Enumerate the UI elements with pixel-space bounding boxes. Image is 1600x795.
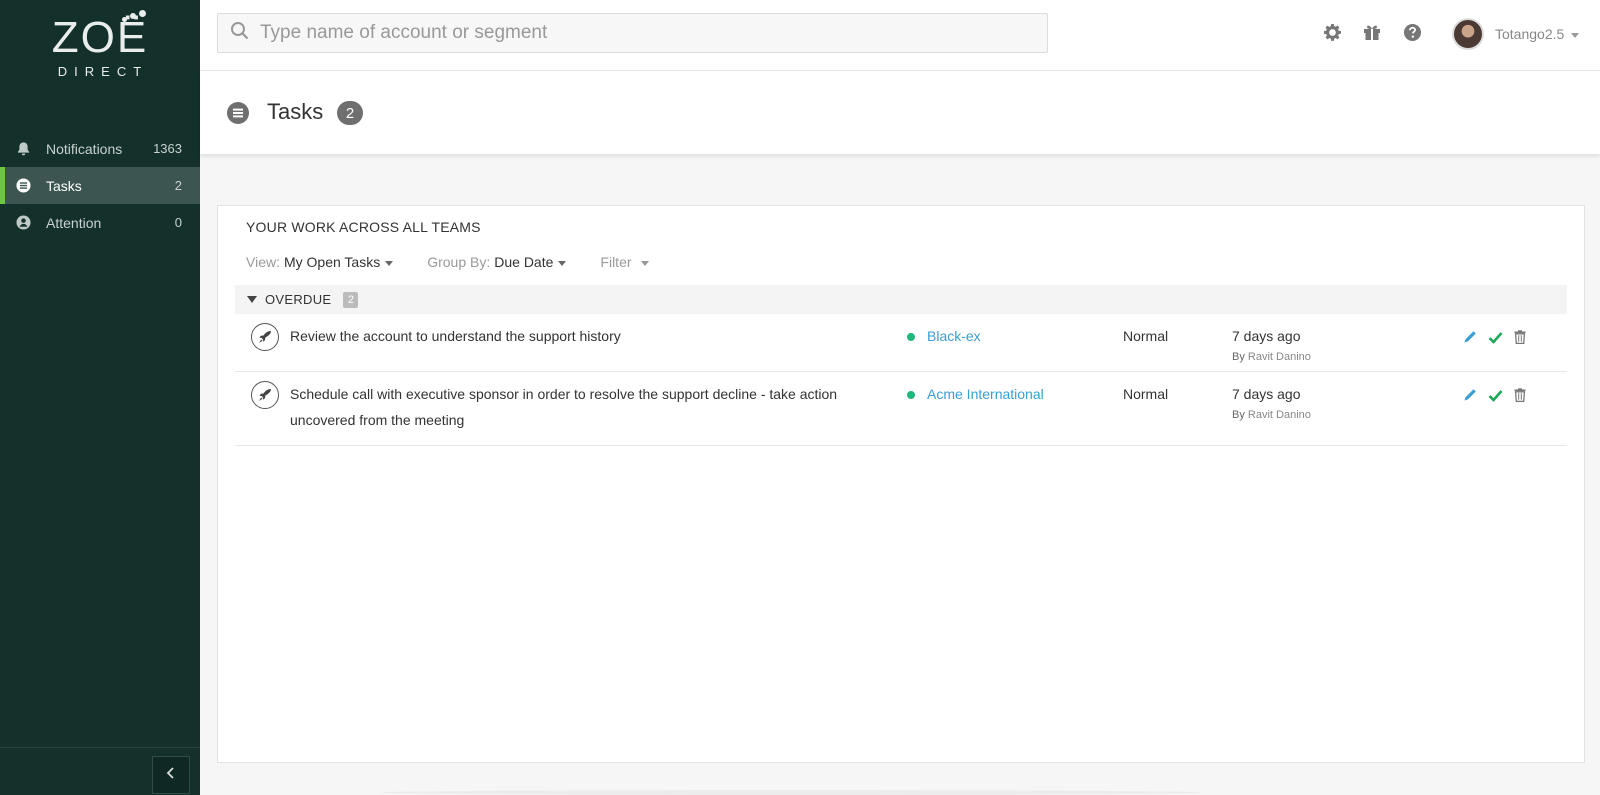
list-icon	[16, 178, 31, 193]
account-link[interactable]: Black-ex	[927, 328, 981, 344]
task-count-badge: 2	[337, 101, 363, 125]
view-value: My Open Tasks	[283, 254, 381, 270]
top-bar: Totango2.5	[200, 0, 1600, 71]
person-alert-icon	[16, 215, 31, 230]
top-icons	[1322, 22, 1442, 42]
task-controls: View: My Open Tasks Group By: Due Date F…	[246, 254, 683, 270]
pencil-icon[interactable]	[1461, 386, 1479, 404]
search-icon	[230, 21, 250, 46]
help-icon[interactable]	[1402, 22, 1422, 42]
caret-down-icon	[247, 296, 257, 303]
sidebar-nav: Notifications 1363 Tasks 2 Attention 0	[0, 130, 200, 241]
by-prefix: By	[1232, 351, 1245, 363]
chevron-left-icon	[166, 766, 176, 784]
group-header-overdue[interactable]: OVERDUE 2	[235, 285, 1567, 314]
task-row[interactable]: Schedule call with executive sponsor in …	[235, 372, 1567, 446]
search-box[interactable]	[217, 13, 1048, 53]
task-priority: Normal	[1123, 386, 1169, 402]
group-by-label: Group By:	[427, 254, 491, 270]
filter-dropdown[interactable]: Filter	[600, 254, 649, 270]
task-title: Review the account to understand the sup…	[290, 328, 621, 344]
sidebar-item-count: 0	[174, 215, 182, 230]
panel-title: YOUR WORK ACROSS ALL TEAMS	[246, 219, 481, 235]
logo-dots-icon	[122, 10, 147, 24]
bell-icon	[16, 141, 31, 156]
check-icon[interactable]	[1486, 328, 1504, 346]
group-count-badge: 2	[343, 291, 359, 308]
chevron-down-icon	[385, 260, 394, 266]
sidebar-item-label: Tasks	[46, 177, 82, 194]
task-assigner: By Ravit Danino	[1232, 351, 1311, 363]
user-menu[interactable]: Totango2.5	[1495, 26, 1580, 42]
status-dot	[907, 333, 915, 341]
status-dot	[907, 391, 915, 399]
task-title: Schedule call with executive sponsor in …	[290, 386, 838, 428]
task-actions	[1461, 328, 1536, 346]
user-name: Totango2.5	[1495, 26, 1565, 42]
task-due: 7 days ago	[1232, 328, 1301, 344]
logo[interactable]: ZOË DIRECT	[0, 10, 200, 79]
sidebar-item-count: 2	[174, 178, 182, 193]
task-due: 7 days ago	[1232, 386, 1301, 402]
view-dropdown[interactable]: View: My Open Tasks	[246, 254, 394, 270]
rocket-icon[interactable]	[251, 323, 279, 351]
gift-icon[interactable]	[1362, 22, 1382, 42]
account-link[interactable]: Acme International	[927, 386, 1044, 402]
task-list: Review the account to understand the sup…	[235, 314, 1567, 446]
trash-icon[interactable]	[1511, 386, 1529, 404]
search-input[interactable]	[260, 22, 1040, 44]
list-icon	[227, 102, 249, 124]
task-priority: Normal	[1123, 328, 1169, 344]
avatar[interactable]	[1452, 18, 1484, 50]
check-icon[interactable]	[1486, 386, 1504, 404]
view-label: View:	[246, 254, 280, 270]
bottom-shadow	[380, 790, 1200, 795]
trash-icon[interactable]	[1511, 328, 1529, 346]
filter-label: Filter	[600, 254, 632, 270]
sidebar-item-tasks[interactable]: Tasks 2	[0, 167, 200, 204]
sidebar-item-count: 1363	[153, 141, 182, 156]
logo-sub-text: DIRECT	[57, 64, 149, 79]
sidebar: ZOË DIRECT Notifications 1363 Tasks 2 At…	[0, 0, 200, 795]
group-label: OVERDUE	[265, 292, 332, 307]
by-name: Ravit Danino	[1247, 409, 1311, 421]
tasks-panel: YOUR WORK ACROSS ALL TEAMS View: My Open…	[217, 205, 1585, 763]
sidebar-item-label: Notifications	[46, 140, 123, 157]
gear-icon[interactable]	[1322, 22, 1342, 42]
task-row[interactable]: Review the account to understand the sup…	[235, 314, 1567, 372]
group-by-value: Due Date	[494, 254, 554, 270]
page-header: Tasks 2	[200, 71, 1600, 155]
task-assigner: By Ravit Danino	[1232, 409, 1311, 421]
pencil-icon[interactable]	[1461, 328, 1479, 346]
sidebar-item-notifications[interactable]: Notifications 1363	[0, 130, 200, 167]
chevron-down-icon	[1571, 32, 1580, 38]
group-by-dropdown[interactable]: Group By: Due Date	[427, 254, 567, 270]
collapse-sidebar-button[interactable]	[152, 756, 190, 794]
chevron-down-icon	[640, 260, 649, 266]
sidebar-item-attention[interactable]: Attention 0	[0, 204, 200, 241]
chevron-down-icon	[558, 260, 567, 266]
rocket-icon[interactable]	[251, 381, 279, 409]
page-title: Tasks	[267, 99, 324, 124]
by-name: Ravit Danino	[1247, 351, 1311, 363]
sidebar-footer	[0, 747, 200, 795]
by-prefix: By	[1232, 409, 1245, 421]
task-actions	[1461, 386, 1536, 404]
sidebar-item-label: Attention	[46, 214, 102, 231]
